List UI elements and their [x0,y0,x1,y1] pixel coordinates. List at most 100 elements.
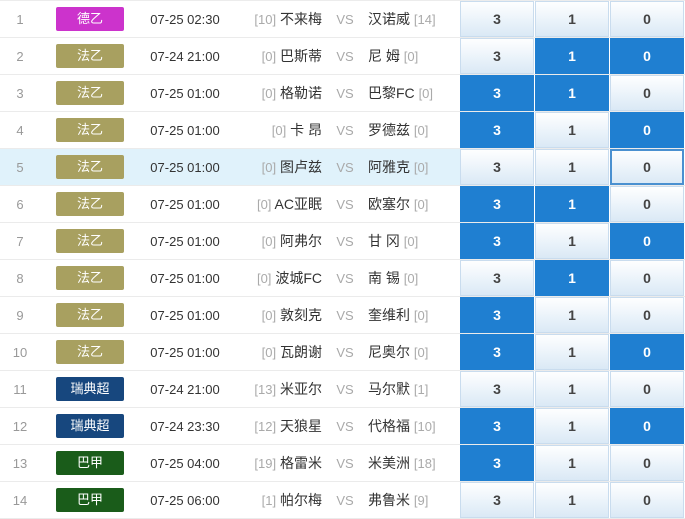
home-team[interactable]: 卡 昂 [290,122,322,138]
home-team[interactable]: 格勒诺 [280,85,322,101]
odds-cell-draw[interactable]: 1 [535,408,610,444]
league-badge[interactable]: 法乙 [56,192,124,216]
away-team[interactable]: 欧塞尔 [368,196,410,212]
row-number: 4 [0,112,40,148]
away-team[interactable]: 阿雅克 [368,159,410,175]
league-badge[interactable]: 法乙 [56,155,124,179]
league-badge[interactable]: 巴甲 [56,451,124,475]
home-team[interactable]: 米亚尔 [280,381,322,397]
away-team[interactable]: 尼奥尔 [368,344,410,360]
odds-cell-win[interactable]: 3 [460,482,535,518]
odds-cell-draw[interactable]: 1 [535,38,610,74]
away-team[interactable]: 奎维利 [368,307,410,323]
away-team[interactable]: 弗鲁米 [368,492,410,508]
odds-cell-lose[interactable]: 0 [610,75,685,111]
home-side: [1] 帕尔梅 [230,490,322,510]
odds-cell-lose[interactable]: 0 [610,371,685,407]
odds-cell-draw[interactable]: 1 [535,445,610,481]
match-teams: [0] 巴斯蒂 VS 尼 姆 [0] [230,38,460,74]
home-team[interactable]: 阿弗尔 [280,233,322,249]
league-badge[interactable]: 瑞典超 [56,377,124,401]
odds-cell-lose[interactable]: 0 [610,38,685,74]
league-badge[interactable]: 法乙 [56,303,124,327]
league-badge[interactable]: 法乙 [56,44,124,68]
away-team[interactable]: 马尔默 [368,381,410,397]
odds-cell-lose[interactable]: 0 [610,297,685,333]
odds-cell-lose[interactable]: 0 [610,260,685,296]
odds-cell-draw[interactable]: 1 [535,260,610,296]
league-badge[interactable]: 巴甲 [56,488,124,512]
odds-cell-draw[interactable]: 1 [535,149,610,185]
home-team[interactable]: 帕尔梅 [280,492,322,508]
league-badge[interactable]: 法乙 [56,229,124,253]
match-teams: [19] 格雷米 VS 米美洲 [18] [230,445,460,481]
odds-cell-draw[interactable]: 1 [535,75,610,111]
odds-cell-lose[interactable]: 0 [610,445,685,481]
odds-cell-win[interactable]: 3 [460,297,535,333]
odds-cell-win[interactable]: 3 [460,445,535,481]
league-badge[interactable]: 法乙 [56,266,124,290]
league-badge[interactable]: 法乙 [56,340,124,364]
odds-cell-win[interactable]: 3 [460,186,535,222]
match-time: 07-25 01:00 [140,297,230,333]
league-badge[interactable]: 法乙 [56,81,124,105]
league-badge[interactable]: 德乙 [56,7,124,31]
odds-cell-draw[interactable]: 1 [535,112,610,148]
away-team[interactable]: 汉诺威 [368,11,410,27]
home-team[interactable]: 波城FC [275,270,322,286]
row-number: 5 [0,149,40,185]
home-team[interactable]: 瓦朗谢 [280,344,322,360]
odds-cell-win[interactable]: 3 [460,260,535,296]
odds-cell-draw[interactable]: 1 [535,371,610,407]
league-cell: 法乙 [40,223,140,259]
away-side: 马尔默 [1] [368,379,460,399]
odds-cell-lose[interactable]: 0 [610,186,685,222]
away-team[interactable]: 尼 姆 [368,48,400,64]
home-team[interactable]: 图卢兹 [280,159,322,175]
league-cell: 瑞典超 [40,408,140,444]
league-cell: 法乙 [40,334,140,370]
odds-cell-win[interactable]: 3 [460,1,535,37]
odds-cell-draw[interactable]: 1 [535,223,610,259]
odds-cell-win[interactable]: 3 [460,149,535,185]
away-team[interactable]: 罗德兹 [368,122,410,138]
odds-cell-draw[interactable]: 1 [535,186,610,222]
home-team[interactable]: 巴斯蒂 [280,48,322,64]
odds-cell-lose[interactable]: 0 [610,334,685,370]
away-team[interactable]: 甘 冈 [368,233,400,249]
odds-cell-win[interactable]: 3 [460,371,535,407]
odds-cell-win[interactable]: 3 [460,334,535,370]
vs-label: VS [322,86,368,101]
table-row: 12 瑞典超 07-24 23:30 [12] 天狼星 VS 代格福 [10] … [0,408,685,445]
match-time: 07-25 01:00 [140,112,230,148]
odds-cell-draw[interactable]: 1 [535,482,610,518]
odds-cell-draw[interactable]: 1 [535,297,610,333]
odds-cell-win[interactable]: 3 [460,408,535,444]
odds-cell-lose[interactable]: 0 [610,223,685,259]
odds-cell-lose[interactable]: 0 [610,149,685,185]
away-team[interactable]: 米美洲 [368,455,410,471]
home-rank: [0] [257,271,271,286]
odds-cell-lose[interactable]: 0 [610,1,685,37]
odds-cell-win[interactable]: 3 [460,112,535,148]
away-team[interactable]: 南 锡 [368,270,400,286]
league-badge[interactable]: 瑞典超 [56,414,124,438]
home-team[interactable]: 天狼星 [280,418,322,434]
home-team[interactable]: 敦刻克 [280,307,322,323]
odds-cell-win[interactable]: 3 [460,38,535,74]
league-badge[interactable]: 法乙 [56,118,124,142]
away-team[interactable]: 代格福 [368,418,410,434]
odds-cell-draw[interactable]: 1 [535,334,610,370]
home-team[interactable]: 不来梅 [280,11,322,27]
table-row: 10 法乙 07-25 01:00 [0] 瓦朗谢 VS 尼奥尔 [0] 3 1… [0,334,685,371]
odds-cell-win[interactable]: 3 [460,223,535,259]
odds-cell-lose[interactable]: 0 [610,482,685,518]
odds-cell-win[interactable]: 3 [460,75,535,111]
odds-cell-lose[interactable]: 0 [610,408,685,444]
home-team[interactable]: 格雷米 [280,455,322,471]
odds-table: 1 德乙 07-25 02:30 [10] 不来梅 VS 汉诺威 [14] 3 … [0,0,685,519]
home-team[interactable]: AC亚眠 [275,196,322,212]
odds-cell-draw[interactable]: 1 [535,1,610,37]
away-team[interactable]: 巴黎FC [368,85,415,101]
odds-cell-lose[interactable]: 0 [610,112,685,148]
